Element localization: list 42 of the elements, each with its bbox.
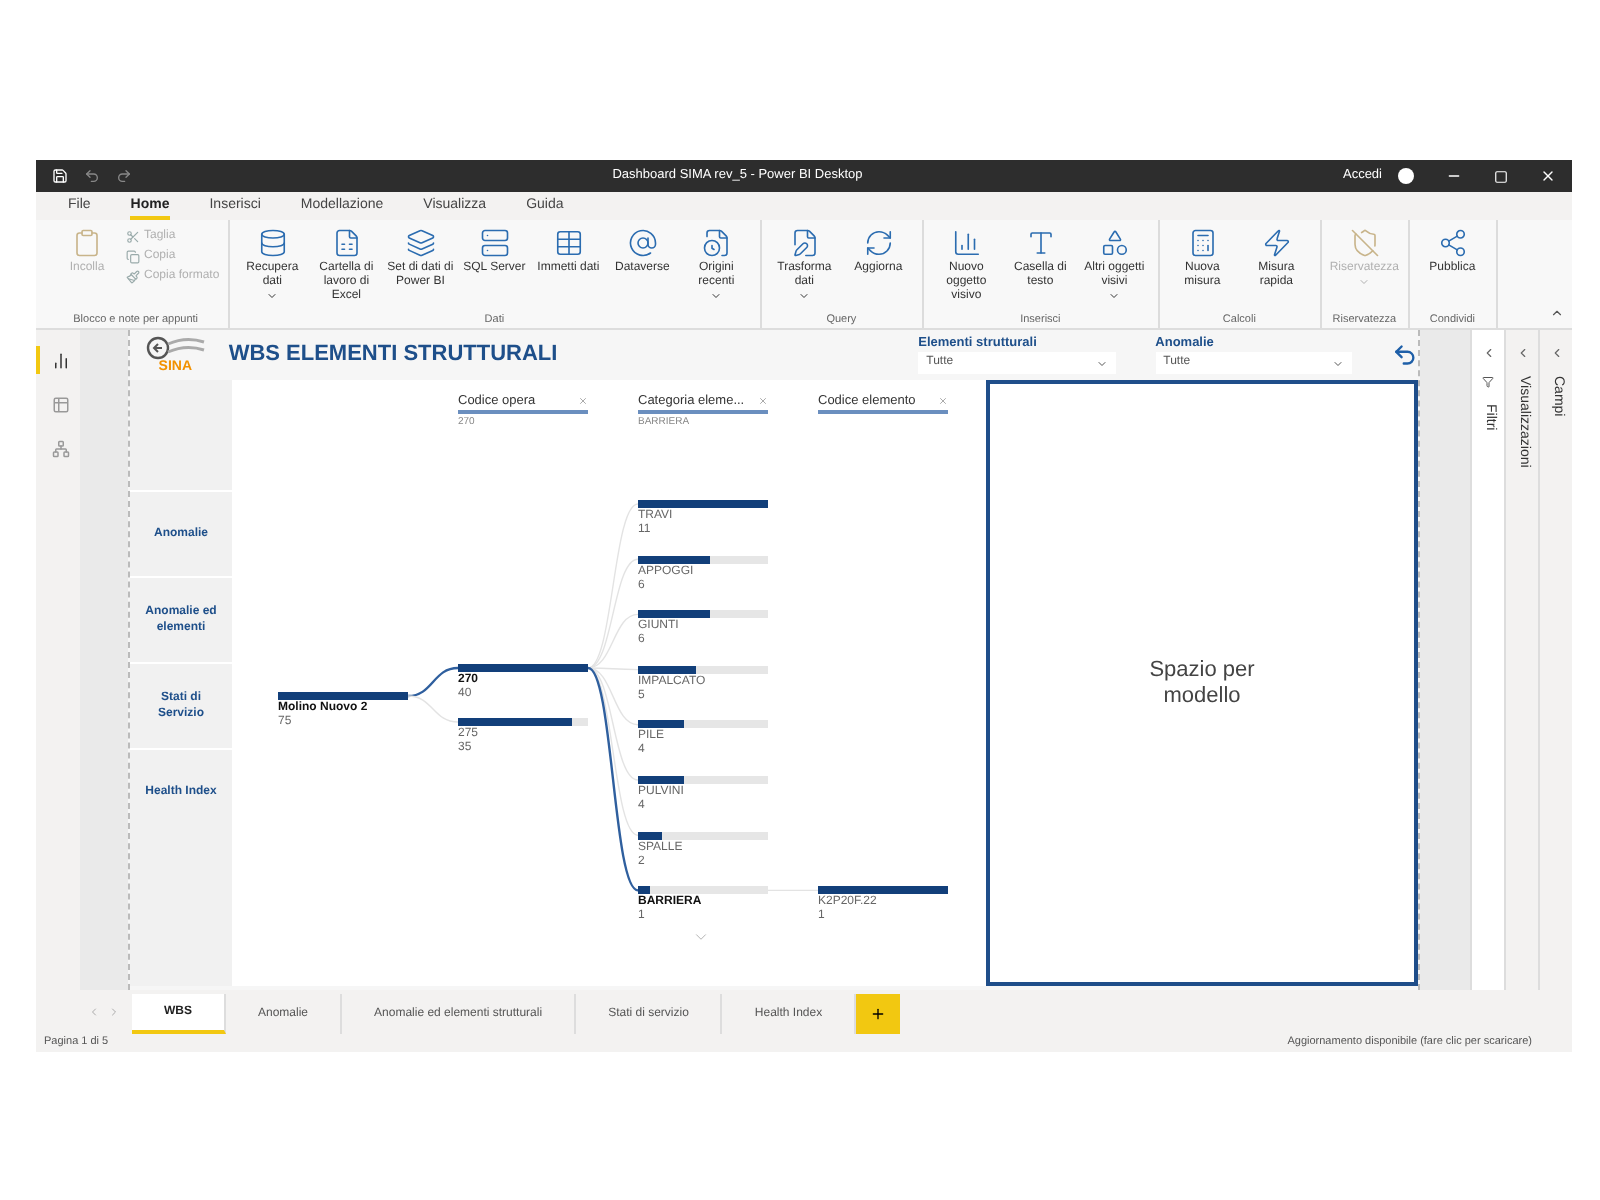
scissors-icon	[126, 230, 140, 244]
shield-icon	[1349, 228, 1380, 258]
placeholder-text: Spazio per modello	[1147, 657, 1257, 709]
calculator-icon	[1187, 228, 1218, 258]
connector-line	[407, 666, 459, 698]
collapse-icon[interactable]	[1550, 306, 1564, 320]
database-icon	[257, 228, 288, 258]
file-clock-icon	[701, 228, 732, 258]
shapes-icon	[1099, 228, 1130, 258]
refresh-icon	[863, 228, 894, 258]
paintbrush-icon	[126, 270, 140, 284]
caret-icon	[1095, 357, 1108, 369]
table-icon	[553, 228, 584, 258]
file-pen-icon	[789, 228, 820, 258]
bar-chart-icon	[51, 351, 69, 369]
save-icon[interactable]	[52, 168, 68, 184]
text-box-icon	[1025, 228, 1056, 258]
server-icon	[479, 228, 510, 258]
table-icon	[51, 395, 69, 413]
network-icon	[51, 439, 69, 457]
chevron-left-icon	[1481, 346, 1495, 360]
logo-icon	[145, 336, 206, 360]
undo-icon[interactable]	[84, 168, 100, 184]
report-title: WBS ELEMENTI STRUTTURALI	[228, 340, 560, 371]
close-icon[interactable]	[1540, 168, 1556, 184]
caret-icon	[1332, 357, 1345, 369]
filter-icon	[1482, 376, 1494, 388]
restore-icon[interactable]	[1494, 169, 1508, 183]
chevron-left-icon	[1549, 346, 1563, 360]
at-sign-icon	[627, 228, 658, 258]
bar-chart-icon	[951, 228, 982, 258]
share-icon	[1437, 228, 1468, 258]
redo-icon[interactable]	[116, 168, 132, 184]
back-arrow-icon[interactable]	[1392, 342, 1418, 368]
copy-icon	[126, 250, 140, 264]
chevron-left-icon	[1515, 346, 1529, 360]
plus-icon	[870, 1006, 887, 1022]
layers-icon	[405, 228, 436, 258]
connector-line	[407, 695, 459, 723]
lightning-icon	[1261, 228, 1292, 258]
spreadsheet-icon	[331, 228, 362, 258]
clipboard-icon	[72, 228, 102, 258]
